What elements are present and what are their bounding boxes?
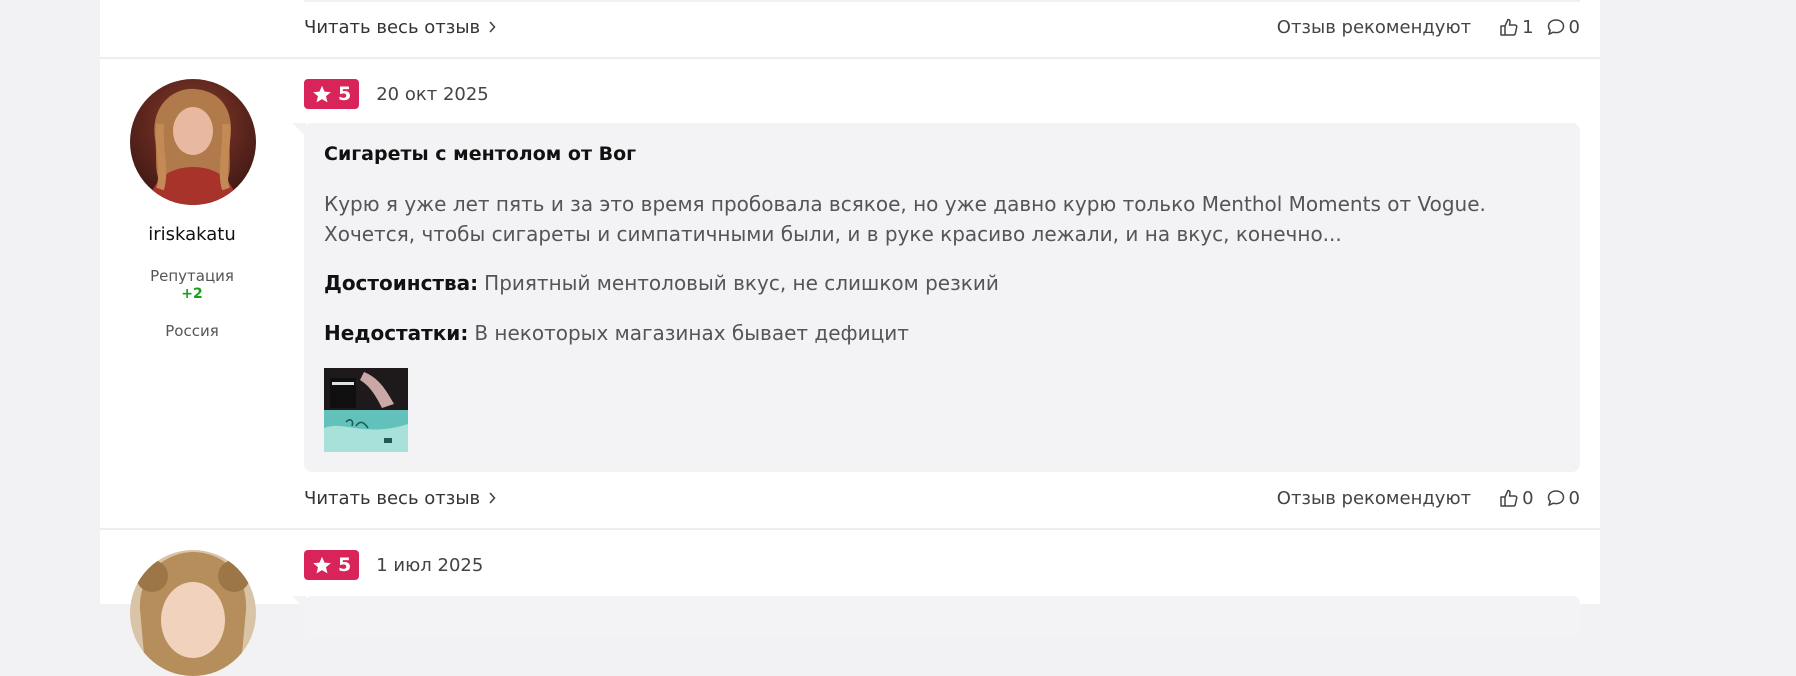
rating-value: 5 xyxy=(338,83,352,105)
comment-icon xyxy=(1547,490,1564,506)
read-more-label: Читать весь отзыв xyxy=(304,16,481,38)
comment-icon xyxy=(1547,19,1564,35)
reviews-list: Читать весь отзыв Отзыв рекомендуют 1 0 xyxy=(100,0,1600,676)
like-button[interactable]: 1 xyxy=(1499,16,1534,38)
comment-count: 0 xyxy=(1568,16,1580,38)
review-separator xyxy=(100,528,1600,530)
previous-review-box-edge xyxy=(304,0,1580,2)
chevron-right-icon xyxy=(488,492,496,504)
comment-button[interactable]: 0 xyxy=(1546,17,1580,38)
star-icon xyxy=(313,85,331,102)
thumbs-up-icon xyxy=(1500,489,1518,507)
like-count: 1 xyxy=(1522,16,1534,38)
rating-badge: 5 xyxy=(304,79,360,109)
previous-review-stats: Отзыв рекомендуют 1 0 xyxy=(1277,17,1580,38)
read-more-link[interactable]: Читать весь отзыв xyxy=(304,488,496,509)
avatar[interactable] xyxy=(130,550,256,676)
rating-value: 5 xyxy=(338,554,352,576)
next-review-header: 5 1 июл 2025 xyxy=(304,550,483,580)
comment-count: 0 xyxy=(1568,487,1580,509)
reputation-label: Репутация xyxy=(150,267,234,285)
thumbs-up-icon xyxy=(1500,18,1518,36)
recommend-label: Отзыв рекомендуют xyxy=(1276,487,1472,509)
pros-label: Достоинства: xyxy=(324,271,479,295)
cons-line: Недостатки: В некоторых магазинах бывает … xyxy=(324,321,909,345)
next-review-body[interactable] xyxy=(292,596,1580,636)
review-title[interactable]: Сигареты с ментолом от Вог xyxy=(324,143,636,165)
like-button[interactable]: 0 xyxy=(1499,487,1534,509)
review-footer: Читать весь отзыв Отзыв рекомендуют 0 0 xyxy=(304,485,1580,511)
rating-badge: 5 xyxy=(304,550,360,580)
review-header: 5 20 окт 2025 xyxy=(304,79,489,109)
user-info: iriskakatu Репутация +2 Россия xyxy=(100,224,284,340)
chevron-right-icon xyxy=(488,21,496,33)
cons-text: В некоторых магазинах бывает дефицит xyxy=(474,321,909,345)
recommend-label: Отзыв рекомендуют xyxy=(1276,16,1472,38)
review-text: Курю я уже лет пять и за это время пробо… xyxy=(324,192,1486,246)
review-date: 20 окт 2025 xyxy=(376,83,489,105)
review-stats: Отзыв рекомендуют 0 0 xyxy=(1277,488,1580,509)
comment-button[interactable]: 0 xyxy=(1546,488,1580,509)
like-count: 0 xyxy=(1522,487,1534,509)
user-country: Россия xyxy=(165,322,219,340)
pros-line: Достоинства: Приятный ментоловый вкус, не… xyxy=(324,271,999,295)
cons-label: Недостатки: xyxy=(324,321,469,345)
avatar[interactable] xyxy=(130,79,256,205)
review-separator xyxy=(100,57,1600,59)
review-photo-thumbnail[interactable] xyxy=(324,368,408,452)
pros-text: Приятный ментоловый вкус, не слишком рез… xyxy=(484,271,999,295)
username[interactable]: iriskakatu xyxy=(100,224,284,245)
review-body[interactable]: Сигареты с ментолом от Вог Курю я уже ле… xyxy=(292,123,1580,472)
previous-review-footer: Читать весь отзыв Отзыв рекомендуют 1 0 xyxy=(304,14,1580,40)
read-more-label: Читать весь отзыв xyxy=(304,487,481,509)
review-date: 1 июл 2025 xyxy=(376,554,484,576)
star-icon xyxy=(313,556,331,573)
reputation-value: +2 xyxy=(181,286,203,302)
previous-read-more-link[interactable]: Читать весь отзыв xyxy=(304,17,496,38)
